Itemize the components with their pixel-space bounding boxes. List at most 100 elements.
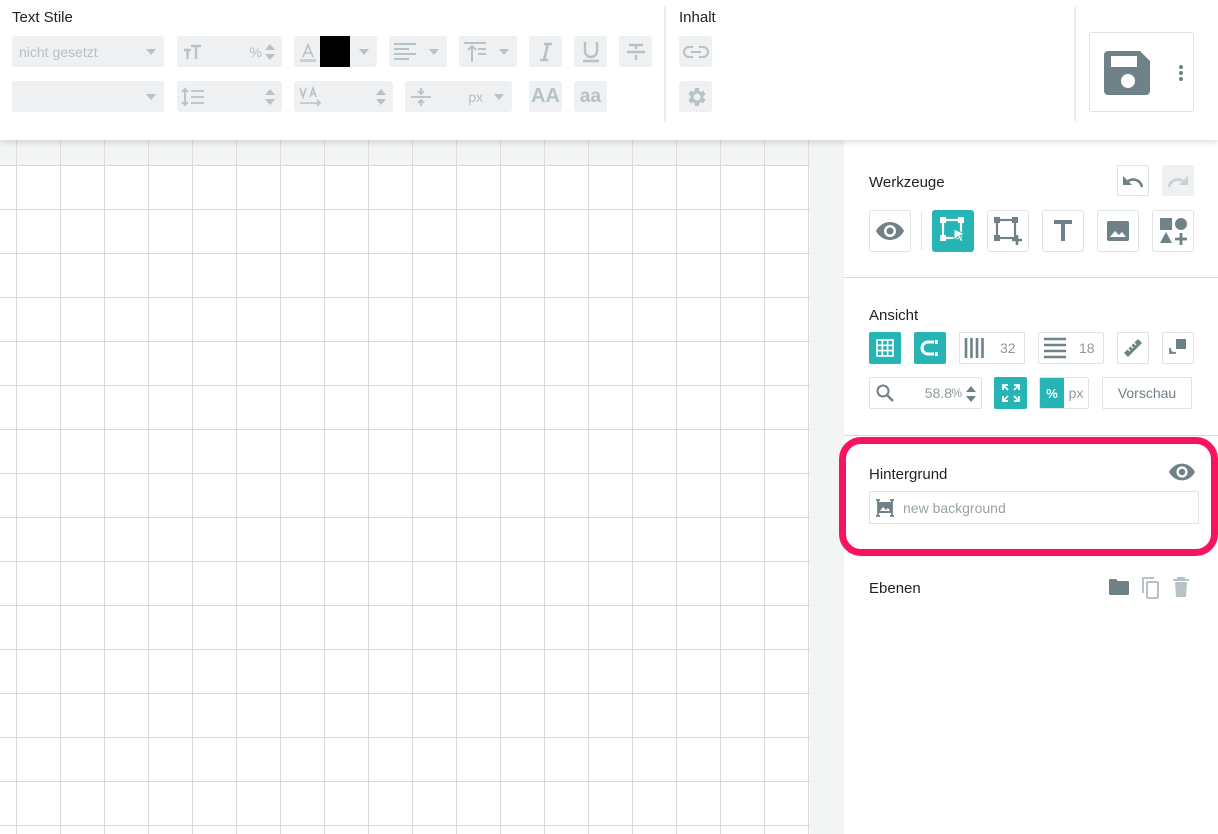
top-ruler	[0, 140, 810, 165]
text-style-title: Text Stile	[12, 9, 73, 26]
spacing-unit: px	[468, 88, 483, 105]
preview-button[interactable]: Vorschau	[1102, 377, 1192, 409]
delete-layer-button[interactable]	[1172, 576, 1190, 600]
ruler-icon	[1124, 339, 1142, 357]
line-height-input[interactable]	[177, 81, 282, 112]
eye-icon	[1169, 463, 1195, 481]
text-tool-button[interactable]	[1042, 210, 1084, 252]
preview-tool-button[interactable]	[869, 210, 911, 252]
snap-toggle-button[interactable]	[914, 332, 946, 364]
rows-input[interactable]: 18	[1038, 332, 1104, 364]
background-image-icon	[876, 498, 894, 517]
fit-screen-button[interactable]	[994, 377, 1027, 409]
chevron-down-icon	[359, 48, 369, 55]
design-canvas[interactable]	[0, 165, 810, 834]
undo-button[interactable]	[1117, 165, 1149, 196]
text-align-select[interactable]	[389, 36, 447, 67]
unit-toggle[interactable]: % px	[1039, 377, 1089, 409]
underline-button[interactable]	[574, 36, 607, 67]
redo-icon	[1167, 175, 1188, 187]
letter-spacing-input[interactable]	[294, 81, 393, 112]
select-tool-button[interactable]	[932, 210, 974, 252]
shapes-icon	[1160, 218, 1187, 245]
zoom-input[interactable]: 58.8 %	[869, 377, 982, 409]
toolbar-divider	[664, 7, 666, 121]
font-size-input[interactable]: %	[177, 36, 282, 67]
zoom-value: 58.8	[924, 385, 952, 401]
tools-title: Werkzeuge	[869, 174, 945, 191]
chevron-down-icon	[146, 93, 156, 100]
columns-value: 32	[1000, 340, 1016, 356]
font-size-icon	[184, 44, 201, 59]
zoom-unit: %	[951, 386, 962, 400]
expand-icon	[1001, 384, 1020, 402]
kerning-icon	[299, 86, 322, 107]
chevron-down-icon	[429, 48, 439, 55]
gear-icon	[688, 87, 705, 106]
grid-toggle-button[interactable]	[869, 332, 901, 364]
compress-icon	[411, 88, 431, 106]
strikethrough-icon	[626, 43, 645, 60]
redo-button[interactable]	[1162, 165, 1194, 196]
background-input[interactable]	[903, 499, 1183, 516]
grid-icon	[876, 339, 894, 357]
view-title: Ansicht	[869, 307, 919, 324]
image-tool-button[interactable]	[1097, 210, 1139, 252]
font-family-value: nicht gesetzt	[19, 43, 98, 60]
add-group-button[interactable]	[1108, 578, 1130, 598]
unit-percent-option[interactable]: %	[1040, 378, 1064, 408]
top-toolbar: Text Stile nicht gesetzt % px AA aa Inha…	[0, 0, 1218, 140]
duplicate-layer-button[interactable]	[1140, 576, 1160, 600]
add-frame-icon	[994, 217, 1022, 245]
rows-value: 18	[1079, 340, 1095, 356]
text-color-icon	[300, 42, 316, 62]
background-field[interactable]	[869, 491, 1199, 524]
text-color-swatch	[320, 36, 350, 67]
guide-button[interactable]	[1162, 332, 1194, 364]
stepper-icon	[966, 386, 976, 402]
content-title: Inhalt	[679, 9, 716, 26]
background-title: Hintergrund	[869, 466, 948, 483]
vertical-align-top-icon	[464, 42, 486, 62]
toolbar-divider	[1074, 7, 1076, 121]
ruler-button[interactable]	[1117, 332, 1149, 364]
vertical-align-select[interactable]	[459, 36, 517, 67]
settings-button[interactable]	[679, 81, 712, 112]
side-panel: Werkzeuge Ansicht 32 18 58.8 % % px Vors…	[844, 140, 1218, 834]
background-visibility-toggle[interactable]	[1169, 463, 1195, 483]
magnet-icon	[920, 340, 938, 356]
copy-icon	[1142, 577, 1159, 599]
eye-icon	[876, 222, 904, 240]
italic-button[interactable]	[529, 36, 562, 67]
font-family-select[interactable]: nicht gesetzt	[12, 36, 164, 67]
tool-divider	[921, 212, 922, 250]
undo-icon	[1123, 175, 1144, 187]
link-icon	[682, 45, 709, 58]
guide-icon	[1169, 339, 1186, 354]
columns-input[interactable]: 32	[959, 332, 1025, 364]
layers-title: Ebenen	[869, 580, 921, 597]
search-icon	[876, 384, 894, 402]
strikethrough-button[interactable]	[619, 36, 652, 67]
more-options-button[interactable]	[1176, 64, 1186, 82]
add-box-tool-button[interactable]	[987, 210, 1029, 252]
text-color-picker[interactable]	[294, 36, 377, 67]
select-cursor-icon	[940, 217, 967, 243]
floppy-disk-icon	[1104, 51, 1150, 95]
stepper-icon	[375, 88, 387, 106]
save-button[interactable]	[1104, 51, 1154, 97]
word-spacing-input[interactable]: px	[405, 81, 512, 112]
unit-px-option[interactable]: px	[1064, 378, 1088, 408]
lowercase-label: aa	[579, 85, 602, 107]
shapes-tool-button[interactable]	[1152, 210, 1194, 252]
more-vertical-icon	[1179, 65, 1183, 81]
canvas-area	[0, 140, 844, 834]
link-button[interactable]	[679, 36, 712, 67]
section-divider	[844, 277, 1218, 278]
lowercase-button[interactable]: aa	[574, 81, 607, 112]
font-weight-select[interactable]	[12, 81, 164, 112]
section-divider	[844, 435, 1218, 436]
underline-icon	[582, 41, 599, 62]
uppercase-button[interactable]: AA	[529, 81, 562, 112]
rows-icon	[1044, 337, 1066, 359]
